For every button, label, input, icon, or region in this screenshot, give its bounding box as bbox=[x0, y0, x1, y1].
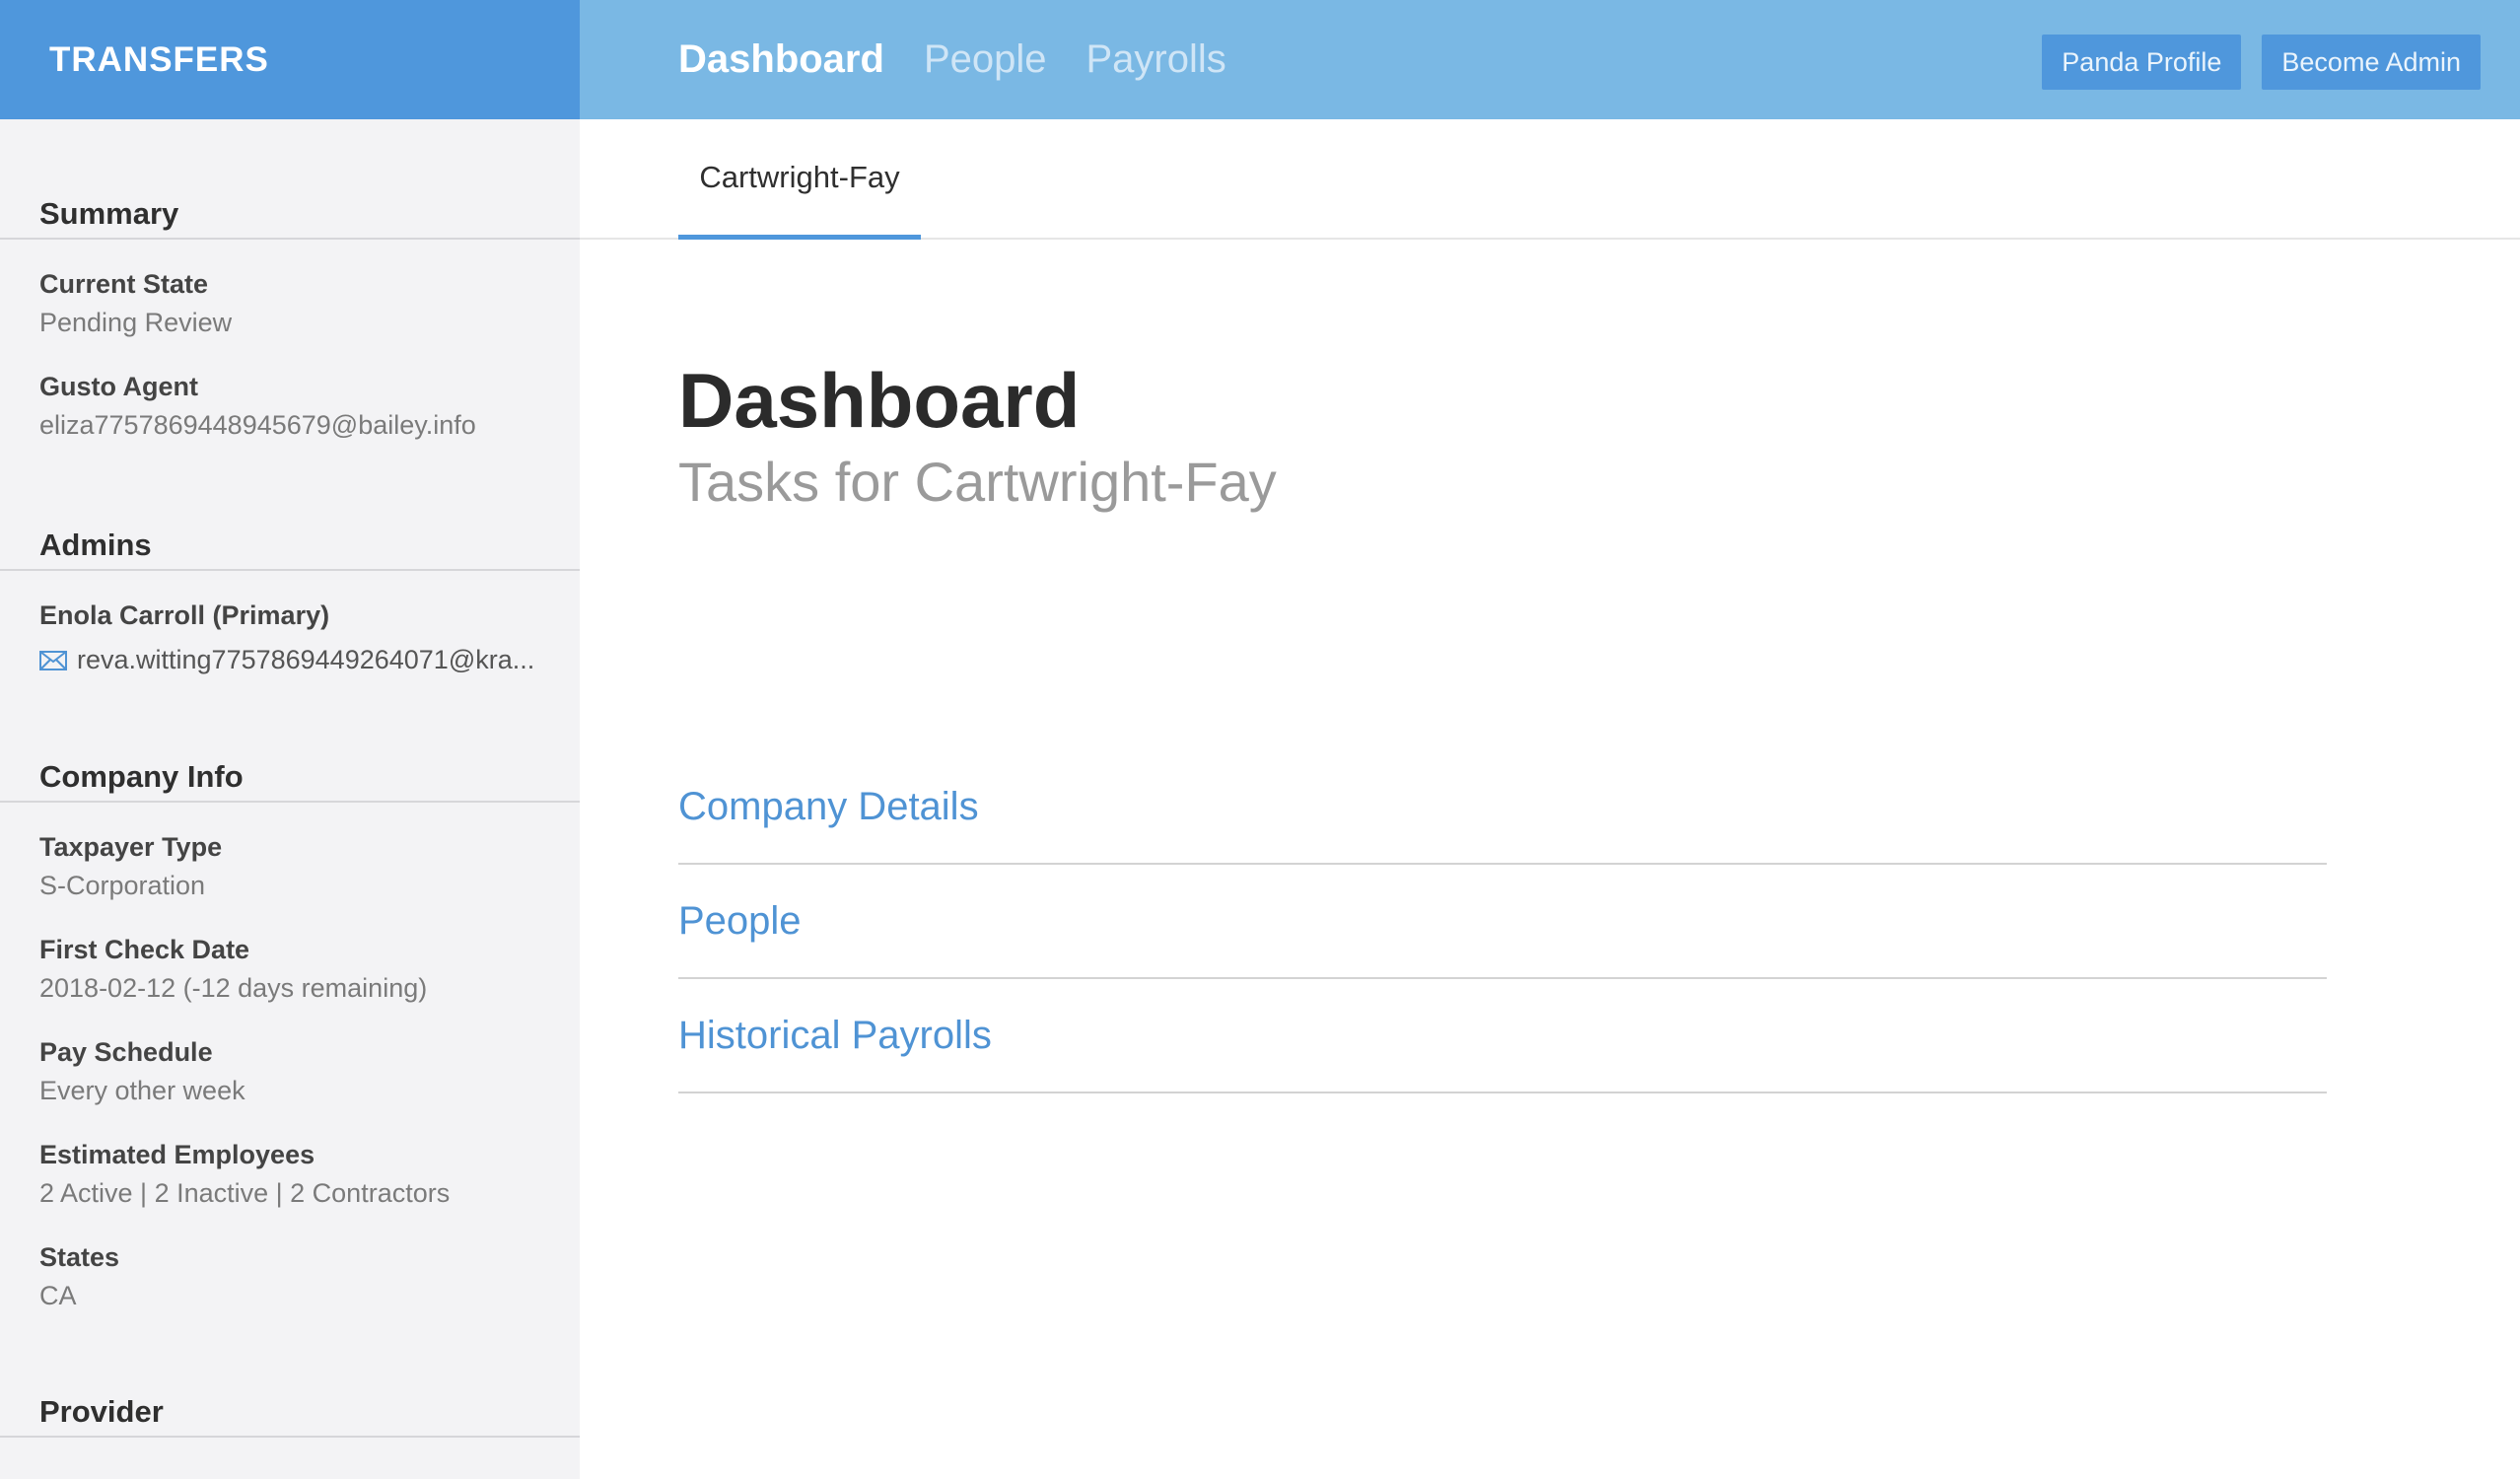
brand-title: TRANSFERS bbox=[0, 0, 580, 119]
summary-heading: Summary bbox=[0, 196, 580, 240]
states-field: States CA bbox=[0, 1242, 580, 1311]
panda-profile-button[interactable]: Panda Profile bbox=[2042, 35, 2242, 90]
page-subtitle: Tasks for Cartwright-Fay bbox=[678, 451, 1277, 513]
gusto-agent-field: Gusto Agent eliza7757869448945679@bailey… bbox=[0, 372, 580, 441]
admins-heading: Admins bbox=[0, 528, 580, 571]
estimated-employees-value: 2 Active | 2 Inactive | 2 Contractors bbox=[39, 1178, 451, 1208]
task-company-details[interactable]: Company Details bbox=[678, 750, 2327, 865]
estimated-employees-label: Estimated Employees bbox=[39, 1140, 315, 1169]
states-label: States bbox=[39, 1242, 120, 1272]
first-check-date-label: First Check Date bbox=[39, 935, 250, 964]
admin-email-row[interactable]: reva.witting7757869449264071@kra... bbox=[39, 645, 580, 675]
company-tabs: Cartwright-Fay bbox=[580, 119, 2520, 240]
company-info-heading: Company Info bbox=[0, 759, 580, 803]
admin-entry: Enola Carroll (Primary) reva.witting7757… bbox=[0, 600, 580, 675]
become-admin-button[interactable]: Become Admin bbox=[2262, 35, 2481, 90]
taxpayer-type-value: S-Corporation bbox=[39, 871, 206, 900]
current-state-value: Pending Review bbox=[39, 308, 233, 337]
nav-people[interactable]: People bbox=[924, 37, 1047, 82]
current-state-field: Current State Pending Review bbox=[0, 269, 580, 338]
task-people[interactable]: People bbox=[678, 865, 2327, 979]
taxpayer-type-label: Taxpayer Type bbox=[39, 832, 223, 862]
taxpayer-type-field: Taxpayer Type S-Corporation bbox=[0, 832, 580, 901]
admin-name: Enola Carroll (Primary) bbox=[39, 600, 330, 630]
pay-schedule-value: Every other week bbox=[39, 1076, 245, 1105]
admin-email[interactable]: reva.witting7757869449264071@kra... bbox=[77, 645, 534, 675]
estimated-employees-field: Estimated Employees 2 Active | 2 Inactiv… bbox=[0, 1140, 580, 1209]
sidebar: Summary Current State Pending Review Gus… bbox=[0, 119, 580, 1479]
current-state-label: Current State bbox=[39, 269, 209, 299]
nav-dashboard[interactable]: Dashboard bbox=[678, 37, 884, 82]
top-actions: Panda Profile Become Admin bbox=[2042, 35, 2481, 90]
top-bar: TRANSFERS Dashboard People Payrolls Pand… bbox=[0, 0, 2520, 119]
nav-payrolls[interactable]: Payrolls bbox=[1086, 37, 1226, 82]
task-list: Company Details People Historical Payrol… bbox=[678, 750, 2327, 1093]
gusto-agent-value: eliza7757869448945679@bailey.info bbox=[39, 410, 476, 440]
provider-heading: Provider bbox=[0, 1394, 580, 1438]
pay-schedule-field: Pay Schedule Every other week bbox=[0, 1037, 580, 1106]
task-historical-payrolls[interactable]: Historical Payrolls bbox=[678, 979, 2327, 1093]
first-check-date-field: First Check Date 2018-02-12 (-12 days re… bbox=[0, 935, 580, 1004]
page-title: Dashboard bbox=[678, 357, 1081, 444]
states-value: CA bbox=[39, 1281, 77, 1310]
main-content: Cartwright-Fay Dashboard Tasks for Cartw… bbox=[580, 119, 2520, 1479]
pay-schedule-label: Pay Schedule bbox=[39, 1037, 213, 1067]
first-check-date-value: 2018-02-12 (-12 days remaining) bbox=[39, 973, 428, 1003]
tab-company[interactable]: Cartwright-Fay bbox=[678, 119, 921, 240]
gusto-agent-label: Gusto Agent bbox=[39, 372, 198, 401]
main-nav: Dashboard People Payrolls bbox=[678, 0, 1226, 119]
mail-icon bbox=[39, 650, 67, 670]
